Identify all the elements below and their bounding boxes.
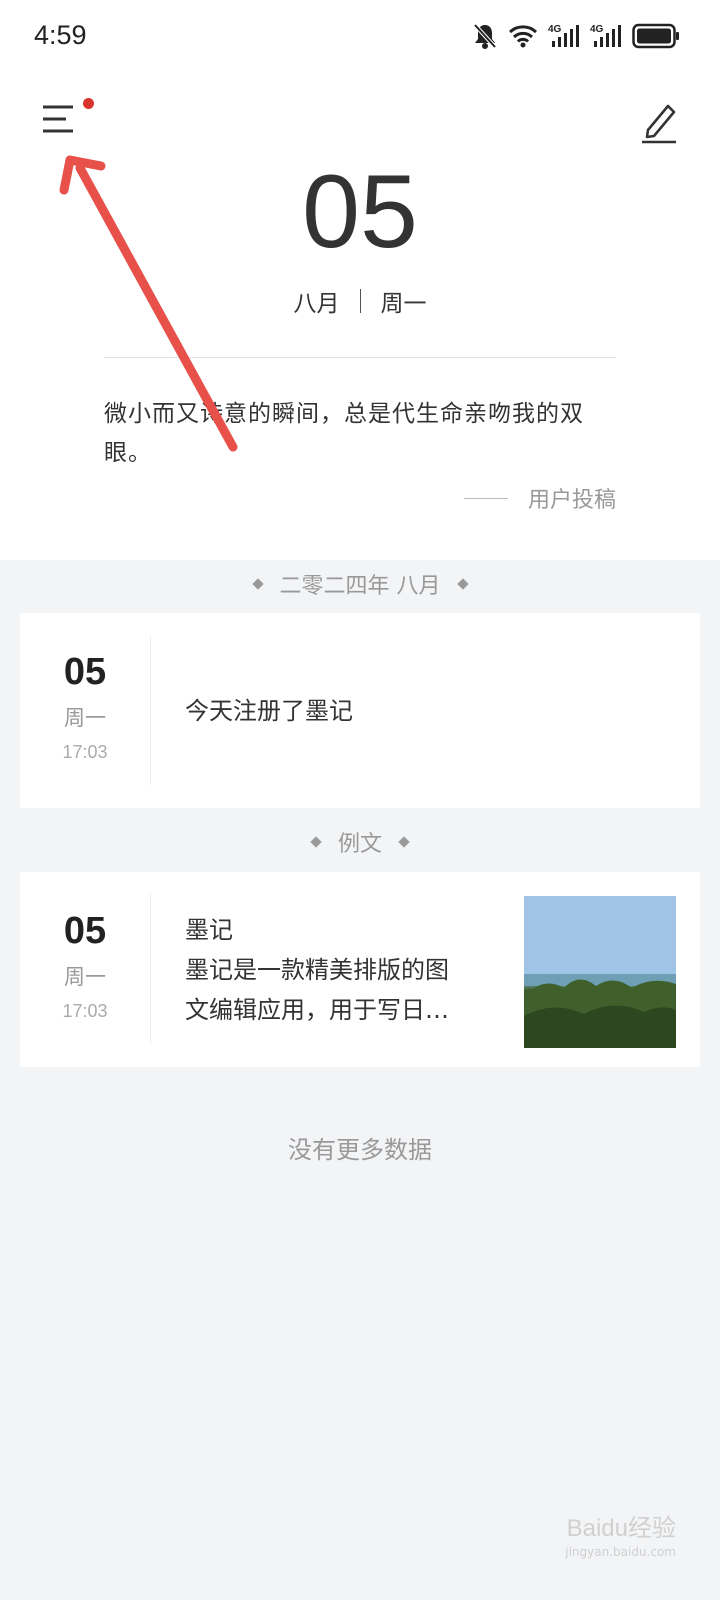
section-header-examples: 例文 [0,826,720,858]
quote-author: 用户投稿 [527,488,616,513]
no-more-data-label: 没有更多数据 [288,1136,432,1164]
entry-date: 05 周一 17:03 [20,651,150,763]
status-time: 4:59 [34,20,87,50]
network-label: 4G [548,24,562,35]
4g-signal-icon: 4G [548,24,579,47]
today-month: 八月 [293,291,340,317]
entry-time: 17:03 [62,1001,108,1021]
diary-entry-card[interactable]: 05 周一 17:03 今天注册了墨记 [20,613,700,808]
bell-off-icon [473,23,497,49]
example-entry-card[interactable]: 05 周一 17:03 墨记 墨记是一款精美排版的图 文编辑应用，用于写日… [20,872,700,1067]
today-weekday: 周一 [380,291,427,317]
entry-title: 墨记 [185,916,233,944]
network-label: 4G [590,24,604,35]
entry-divider [150,635,151,785]
section-header-label: 二零二四年 八月 [279,574,441,599]
diamond-icon [456,578,469,590]
diamond-icon [310,836,322,848]
battery-icon [632,23,679,49]
section-header-label: 例文 [337,832,382,857]
diamond-icon [251,578,264,590]
today-date-row: 八月 周一 [0,283,720,319]
4g-signal-icon: 4G [590,24,621,47]
watermark-logo: Baidu经验 [566,1515,676,1542]
today-day-number: 05 [302,154,418,270]
landscape-photo [524,896,676,1048]
daily-quote: 微小而又诗意的瞬间，总是代生命亲吻我的双眼。 [104,401,584,466]
quote-dash [463,497,508,499]
watermark-url: jingyan.baidu.com [565,1545,676,1559]
entry-time: 17:03 [62,742,108,762]
diamond-icon [398,836,410,848]
menu-icon [43,105,73,133]
wifi-icon [508,25,538,48]
entry-weekday: 周一 [64,965,106,989]
entry-day: 05 [63,910,107,952]
entry-date: 05 周一 17:03 [20,910,150,1022]
entry-weekday: 周一 [64,706,106,730]
quote-author-row: 用户投稿 [463,482,616,514]
entry-thumbnail[interactable] [524,896,676,1048]
date-separator [359,289,361,313]
status-icons: 4G 4G [472,22,680,50]
entry-content: 墨记 墨记是一款精美排版的图 文编辑应用，用于写日… [185,910,505,1030]
quote-divider [104,357,616,358]
entry-text: 今天注册了墨记 [185,697,353,725]
edit-pencil-icon [642,104,676,144]
status-bar: 4:59 4G 4G [0,0,720,74]
entry-excerpt-line: 墨记是一款精美排版的图 [185,956,449,984]
entry-excerpt-line: 文编辑应用，用于写日… [185,996,449,1024]
section-header-month: 二零二四年 八月 [0,568,720,600]
notification-dot [83,98,94,109]
entry-divider [150,894,151,1044]
edit-button[interactable] [640,100,680,144]
entry-day: 05 [63,651,107,693]
